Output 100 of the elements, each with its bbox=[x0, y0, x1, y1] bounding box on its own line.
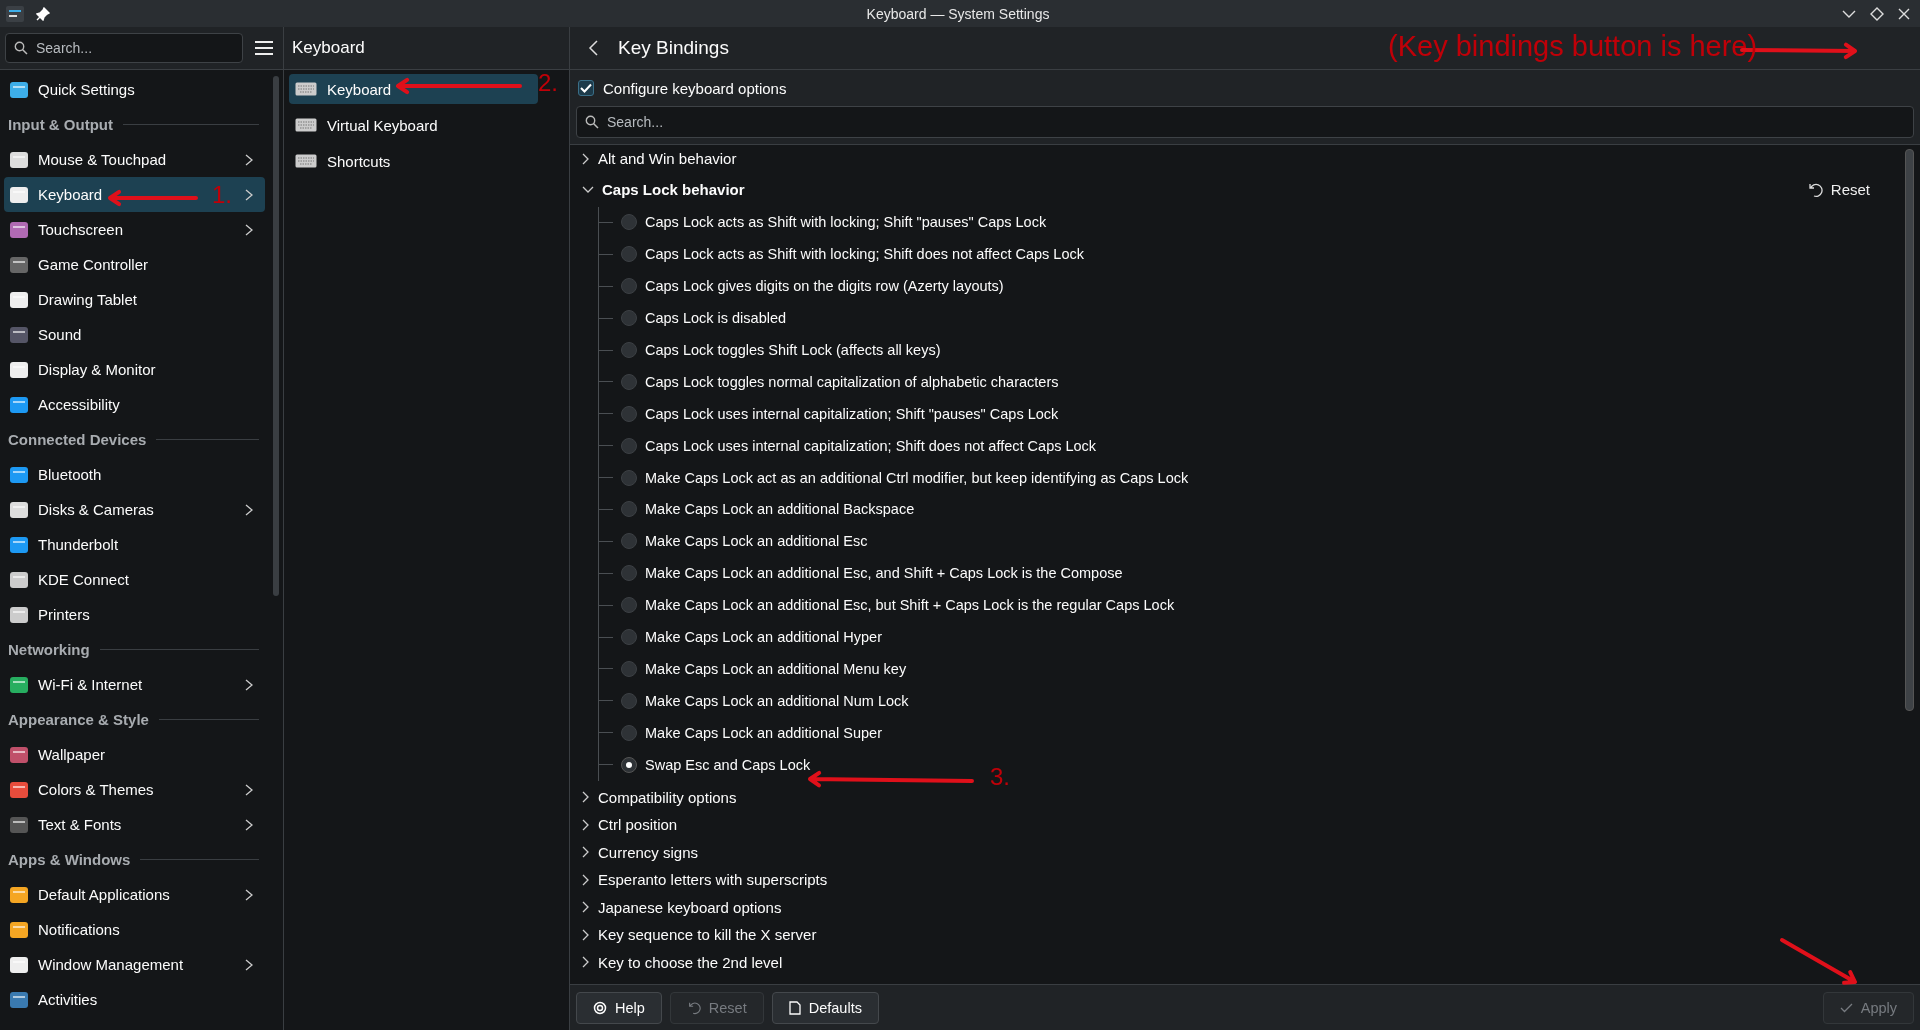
option-group[interactable]: Key sequence to kill the X server bbox=[580, 921, 1878, 949]
sidebar-item[interactable]: Activities bbox=[4, 982, 265, 1017]
annotation-text: 3. bbox=[990, 763, 1010, 791]
sidebar-item[interactable]: Touchscreen bbox=[4, 212, 265, 247]
sidebar-item[interactable]: Bluetooth bbox=[4, 457, 265, 492]
category-icon bbox=[9, 535, 29, 554]
search-icon bbox=[585, 115, 599, 129]
window-title: Keyboard — System Settings bbox=[866, 5, 1050, 22]
chevron-right-icon bbox=[582, 791, 590, 804]
radio-button[interactable] bbox=[621, 756, 637, 773]
radio-button[interactable] bbox=[621, 565, 637, 582]
category-icon bbox=[9, 885, 29, 904]
sidebar-item[interactable]: Wallpaper bbox=[4, 737, 265, 772]
sidebar-item[interactable]: Mouse & Touchpad bbox=[4, 142, 265, 177]
reset-button[interactable]: Reset bbox=[1798, 177, 1878, 202]
radio-button[interactable] bbox=[621, 278, 637, 295]
sidebar-item[interactable]: Game Controller bbox=[4, 247, 265, 282]
sidebar-item[interactable]: Window Management bbox=[4, 947, 265, 982]
radio-button[interactable] bbox=[621, 214, 637, 231]
sidebar-item[interactable]: Colors & Themes bbox=[4, 772, 265, 807]
radio-option[interactable]: Make Caps Lock an additional Esc, but Shift + Caps Lock is the regular Caps Lock bbox=[599, 589, 1175, 622]
sidebar-item[interactable]: Text & Fonts bbox=[4, 807, 265, 842]
radio-button[interactable] bbox=[621, 405, 637, 422]
sidebar-item[interactable]: Notifications bbox=[4, 912, 265, 947]
subpage-item[interactable]: Keyboard bbox=[289, 74, 538, 104]
radio-button[interactable] bbox=[621, 246, 637, 263]
menu-icon[interactable] bbox=[255, 41, 273, 55]
sidebar-item[interactable]: Thunderbolt bbox=[4, 527, 265, 562]
category-icon bbox=[9, 185, 29, 204]
section-heading: Networking bbox=[8, 641, 90, 658]
scrollbar-thumb[interactable] bbox=[273, 76, 279, 596]
sidebar-item[interactable]: KDE Connect bbox=[4, 562, 265, 597]
maximize-icon[interactable] bbox=[1870, 6, 1884, 21]
option-group[interactable]: Caps Lock behavior Reset bbox=[580, 172, 1878, 207]
category-icon bbox=[9, 815, 29, 834]
radio-option[interactable]: Caps Lock uses internal capitalization; Shift does not affect Caps Lock bbox=[599, 429, 1097, 462]
defaults-button[interactable]: Defaults bbox=[771, 991, 879, 1024]
radio-option[interactable]: Make Caps Lock an additional Hyper bbox=[599, 621, 882, 653]
keyboard-icon bbox=[295, 82, 317, 96]
radio-button[interactable] bbox=[621, 692, 637, 709]
option-group[interactable]: Japanese keyboard options bbox=[580, 893, 1878, 922]
radio-button[interactable] bbox=[621, 597, 637, 614]
radio-option[interactable]: Make Caps Lock an additional Backspace bbox=[599, 493, 915, 526]
checkbox[interactable] bbox=[578, 80, 594, 96]
scrollbar-thumb[interactable] bbox=[1904, 149, 1914, 711]
keyboard-icon bbox=[295, 118, 317, 132]
radio-option[interactable]: Make Caps Lock an additional Num Lock bbox=[599, 684, 909, 717]
search-field[interactable]: Search... bbox=[5, 33, 243, 63]
radio-button[interactable] bbox=[621, 342, 637, 358]
option-group[interactable]: Esperanto letters with superscripts bbox=[580, 866, 1878, 894]
section-heading: Appearance & Style bbox=[8, 711, 149, 728]
back-icon[interactable] bbox=[588, 40, 598, 56]
sidebar-item[interactable]: Quick Settings bbox=[4, 72, 265, 107]
sidebar-item[interactable]: Default Applications bbox=[4, 877, 265, 912]
help-button[interactable]: Help bbox=[576, 991, 662, 1024]
radio-button[interactable] bbox=[621, 437, 637, 454]
subpage-item[interactable]: Virtual Keyboard bbox=[289, 110, 564, 140]
subpage-item[interactable]: Shortcuts bbox=[289, 146, 564, 176]
radio-option[interactable]: Caps Lock acts as Shift with locking; Shift does not affect Caps Lock bbox=[599, 238, 1084, 271]
radio-option[interactable]: Make Caps Lock an additional Super bbox=[599, 716, 882, 749]
radio-button[interactable] bbox=[621, 660, 637, 677]
radio-option[interactable]: Make Caps Lock an additional Menu key bbox=[599, 652, 907, 685]
option-group[interactable]: Alt and Win behavior bbox=[580, 145, 1878, 173]
option-group[interactable]: Ctrl position bbox=[580, 811, 1878, 839]
search-field[interactable]: Search... bbox=[576, 106, 1914, 138]
option-group[interactable]: Currency signs bbox=[580, 838, 1878, 867]
radio-option[interactable]: Make Caps Lock act as an additional Ctrl modifier, but keep identifying as Caps Lock bbox=[599, 461, 1189, 494]
radio-option[interactable]: Make Caps Lock an additional Esc, and Shift + Caps Lock is the Compose bbox=[599, 557, 1123, 590]
category-icon bbox=[9, 325, 29, 344]
sidebar-item[interactable]: Wi-Fi & Internet bbox=[4, 667, 265, 702]
pin-icon[interactable] bbox=[36, 6, 50, 21]
radio-option[interactable]: Caps Lock is disabled bbox=[599, 302, 787, 335]
radio-option[interactable]: Caps Lock acts as Shift with locking; Shift "pauses" Caps Lock bbox=[599, 206, 1047, 239]
sidebar-item[interactable]: Drawing Tablet bbox=[4, 282, 265, 317]
radio-button[interactable] bbox=[621, 373, 637, 390]
close-icon[interactable] bbox=[1898, 7, 1910, 20]
radio-option[interactable]: Caps Lock toggles normal capitalization of alphabetic characters bbox=[599, 365, 1059, 398]
radio-button[interactable] bbox=[621, 469, 637, 486]
radio-button[interactable] bbox=[621, 501, 637, 518]
category-icon bbox=[9, 465, 29, 484]
radio-option[interactable]: Make Caps Lock an additional Esc bbox=[599, 525, 868, 558]
radio-button[interactable] bbox=[621, 533, 637, 550]
radio-button[interactable] bbox=[621, 724, 637, 741]
radio-button[interactable] bbox=[621, 629, 637, 645]
minimize-icon[interactable] bbox=[1842, 8, 1856, 19]
sidebar-item[interactable]: Sound bbox=[4, 317, 265, 352]
category-icon bbox=[9, 990, 29, 1009]
option-group[interactable]: Key to choose the 2nd level bbox=[580, 948, 1878, 977]
radio-button[interactable] bbox=[621, 310, 637, 327]
sidebar-item[interactable]: Accessibility bbox=[4, 387, 265, 422]
category-icon bbox=[9, 955, 29, 974]
chevron-right-icon bbox=[582, 818, 590, 831]
undo-icon bbox=[686, 1000, 701, 1015]
sidebar-item[interactable]: Display & Monitor bbox=[4, 352, 265, 387]
radio-option[interactable]: Swap Esc and Caps Lock bbox=[599, 748, 811, 781]
sidebar-item[interactable]: Disks & Cameras bbox=[4, 492, 265, 527]
radio-option[interactable]: Caps Lock uses internal capitalization; Shift "pauses" Caps Lock bbox=[599, 397, 1059, 430]
radio-option[interactable]: Caps Lock gives digits on the digits row (Azerty layouts) bbox=[599, 270, 1004, 303]
sidebar-item[interactable]: Printers bbox=[4, 597, 265, 632]
radio-option[interactable]: Caps Lock toggles Shift Lock (affects all keys) bbox=[599, 334, 941, 366]
